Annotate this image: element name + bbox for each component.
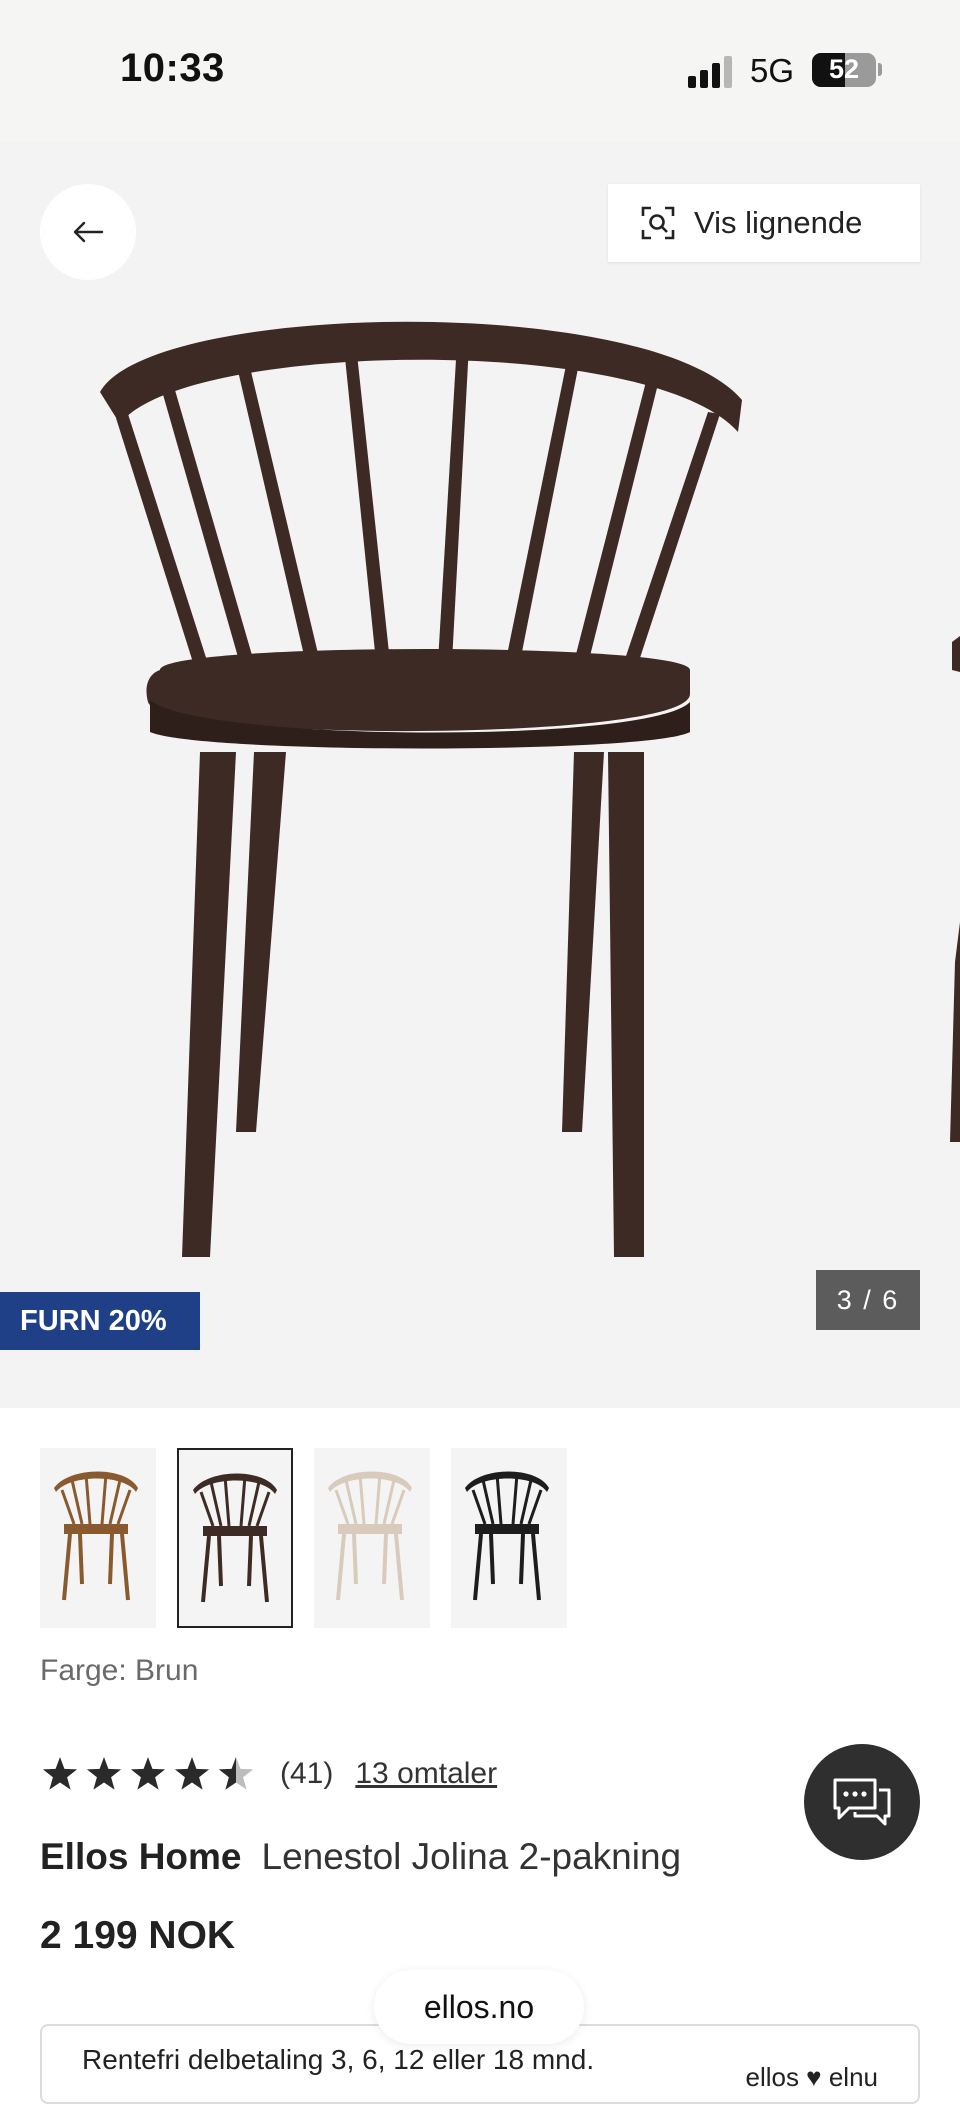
product-brand: Ellos Home bbox=[40, 1836, 242, 1877]
image-counter: 3 / 6 bbox=[816, 1270, 920, 1330]
product-image-gallery[interactable]: Vis lignende FURN 20% 3 / 6 bbox=[0, 142, 960, 1408]
visual-search-button[interactable]: Vis lignende bbox=[608, 184, 920, 262]
product-name: Lenestol Jolina 2-pakning bbox=[261, 1836, 682, 1877]
variant-chair-image bbox=[54, 1471, 138, 1601]
financing-logo: ellos ♥ elnu bbox=[745, 2062, 878, 2092]
star-icon bbox=[42, 1757, 78, 1790]
arrow-left-icon bbox=[73, 221, 104, 243]
product-price: 2 199 NOK bbox=[40, 1914, 236, 1957]
chat-button[interactable] bbox=[804, 1744, 920, 1860]
color-variant-thumbnail[interactable] bbox=[40, 1448, 156, 1628]
variant-chair-image bbox=[465, 1471, 549, 1601]
signal-icon bbox=[688, 56, 734, 88]
star-icon bbox=[174, 1757, 210, 1790]
reviews-link[interactable]: 13 omtaler bbox=[355, 1757, 497, 1791]
network-type: 5G bbox=[750, 52, 795, 89]
status-bar: 10:33 5G 52 bbox=[0, 0, 960, 142]
battery-tip bbox=[878, 63, 882, 76]
status-time: 10:33 bbox=[120, 46, 225, 90]
financing-text: Rentefri delbetaling 3, 6, 12 eller 18 m… bbox=[82, 2044, 595, 2075]
chat-bubbles-icon bbox=[833, 1778, 891, 1826]
rating-count: (41) bbox=[280, 1757, 334, 1790]
visual-search-label: Vis lignende bbox=[694, 205, 863, 240]
battery-percentage: 52 bbox=[828, 54, 860, 84]
rating-row: (41) 13 omtaler bbox=[40, 1754, 497, 1794]
color-variant-thumbnail[interactable] bbox=[451, 1448, 567, 1628]
variant-chair-image bbox=[193, 1473, 277, 1603]
promo-badge: FURN 20% bbox=[0, 1292, 200, 1350]
variant-chair-image bbox=[328, 1471, 412, 1601]
star-icon bbox=[130, 1757, 166, 1790]
color-variant-thumbnail[interactable] bbox=[177, 1448, 293, 1628]
star-icon bbox=[86, 1757, 122, 1790]
browser-url-pill[interactable]: ellos.no bbox=[374, 1970, 584, 2044]
star-rating bbox=[42, 1757, 254, 1790]
selected-color-label: Farge: Brun bbox=[40, 1654, 199, 1687]
battery-icon: 52 bbox=[812, 53, 876, 87]
color-variant-thumbnail[interactable] bbox=[314, 1448, 430, 1628]
visual-search-icon bbox=[641, 206, 675, 240]
back-button[interactable] bbox=[40, 184, 136, 280]
product-image bbox=[100, 321, 960, 1257]
product-title: Ellos Home Lenestol Jolina 2-pakning bbox=[40, 1836, 681, 1878]
